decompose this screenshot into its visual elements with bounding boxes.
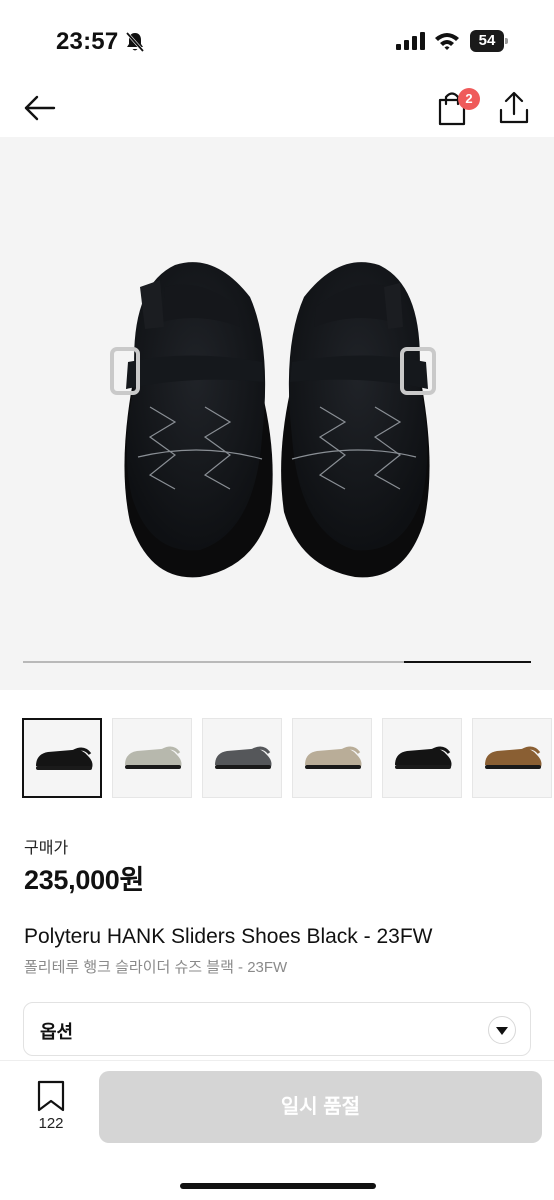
back-button[interactable] bbox=[20, 88, 60, 128]
image-progress-indicator bbox=[404, 661, 531, 663]
cart-button[interactable]: 2 bbox=[434, 86, 480, 130]
top-navigation-bar: 2 bbox=[0, 80, 554, 136]
product-title: Polyteru HANK Sliders Shoes Black - 23FW bbox=[24, 925, 433, 948]
status-time: 23:57 bbox=[56, 28, 119, 55]
option-select[interactable]: 옵션 bbox=[23, 1002, 531, 1056]
option-dropdown-button[interactable] bbox=[488, 1016, 516, 1044]
wishlist-button[interactable]: 122 bbox=[28, 1079, 74, 1139]
thumbnail-shoe-image bbox=[485, 746, 542, 769]
home-indicator bbox=[180, 1183, 376, 1189]
arrow-left-icon bbox=[24, 95, 56, 121]
wifi-icon bbox=[435, 33, 459, 50]
thumbnail-6[interactable] bbox=[472, 718, 552, 798]
wishlist-count: 122 bbox=[38, 1115, 64, 1132]
thumbnail-5[interactable] bbox=[382, 718, 462, 798]
thumbnail-shoe-image bbox=[305, 746, 362, 769]
status-bar: 23:57 54 bbox=[0, 0, 554, 80]
thumbnail-1[interactable] bbox=[22, 718, 102, 798]
thumbnail-shoe-image bbox=[125, 746, 182, 769]
price-value: 235,000원 bbox=[24, 865, 145, 895]
battery-icon: 54 bbox=[470, 30, 508, 52]
thumbnail-2[interactable] bbox=[112, 718, 192, 798]
share-button[interactable] bbox=[494, 86, 534, 130]
image-progress-bar bbox=[23, 661, 531, 663]
product-image bbox=[110, 262, 436, 578]
bottom-action-bar: 122 일시 품절 bbox=[0, 1060, 554, 1200]
product-title-korean: 폴리테루 행크 슬라이더 슈즈 블랙 - 23FW bbox=[24, 959, 288, 976]
thumbnail-shoe-image bbox=[395, 746, 452, 769]
signal-icon bbox=[396, 32, 425, 50]
thumbnail-strip[interactable] bbox=[22, 718, 554, 798]
option-label: 옵션 bbox=[40, 1022, 74, 1042]
share-icon bbox=[499, 91, 529, 124]
product-image-carousel[interactable] bbox=[0, 137, 554, 690]
thumbnail-3[interactable] bbox=[202, 718, 282, 798]
buy-button[interactable]: 일시 품절 bbox=[99, 1071, 542, 1143]
battery-level: 54 bbox=[478, 32, 496, 49]
caret-down-icon bbox=[496, 1027, 508, 1035]
thumbnail-4[interactable] bbox=[292, 718, 372, 798]
cart-count-badge: 2 bbox=[458, 88, 480, 110]
bookmark-icon bbox=[37, 1080, 65, 1112]
bell-slash-icon bbox=[125, 32, 145, 52]
thumbnail-shoe-image bbox=[215, 746, 272, 769]
thumbnail-shoe-image bbox=[36, 747, 93, 770]
price-label: 구매가 bbox=[24, 840, 69, 857]
